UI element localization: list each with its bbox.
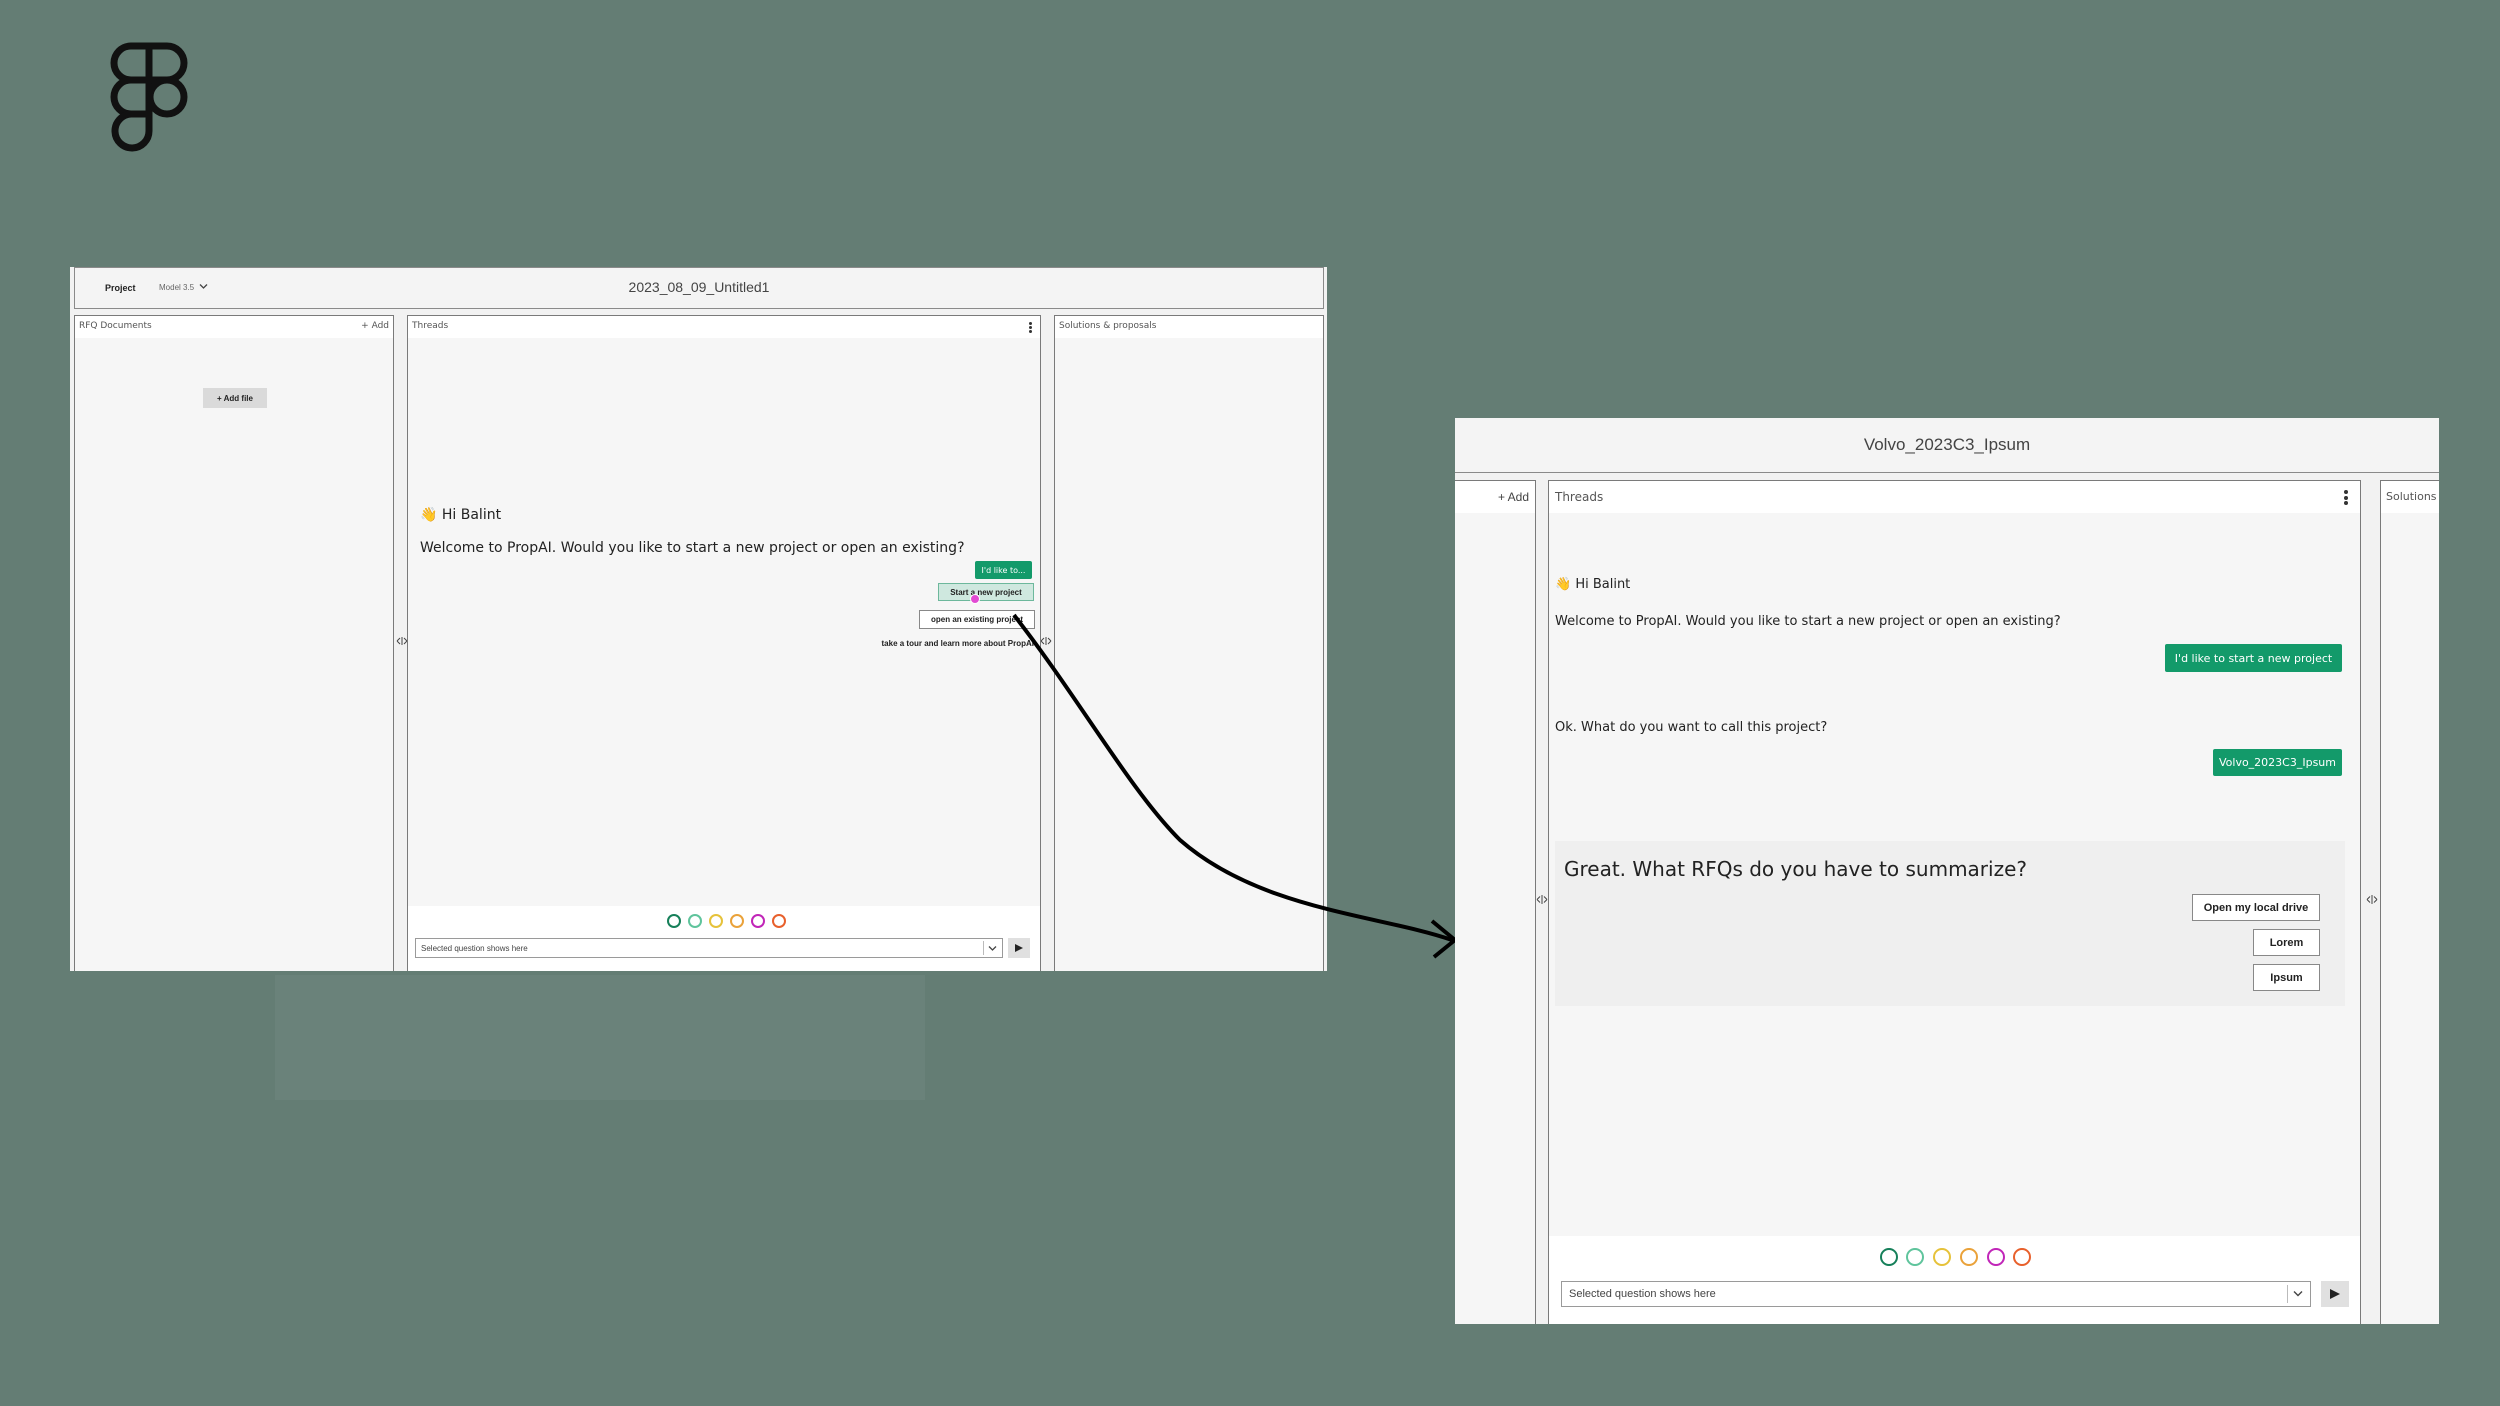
question-select[interactable]: Selected question shows here <box>1561 1281 2311 1307</box>
select-divider <box>2287 1285 2288 1303</box>
resize-handle-icon[interactable] <box>1536 895 1548 904</box>
solutions-panel: Solutions <box>2380 480 2439 1324</box>
greeting-text: 👋 Hi Balint <box>1555 577 1631 592</box>
status-dot-icon[interactable] <box>1960 1248 1978 1266</box>
assistant-question: Ok. What do you want to call this projec… <box>1555 720 1828 735</box>
prompt-text: Great. What RFQs do you have to summariz… <box>1564 857 2027 881</box>
user-reply-bubble: I'd like to start a new project <box>2165 644 2342 672</box>
resize-handle-icon[interactable] <box>2366 895 2378 904</box>
select-placeholder: Selected question shows here <box>1569 1288 1716 1300</box>
threads-panel: Threads 👋 Hi Balint Welcome to PropAI. W… <box>1548 480 2361 1324</box>
lorem-option-button[interactable]: Lorem <box>2253 929 2320 956</box>
rfq-prompt-card: Great. What RFQs do you have to summariz… <box>1555 841 2345 1006</box>
open-local-drive-button[interactable]: Open my local drive <box>2192 894 2320 921</box>
send-button[interactable] <box>2321 1281 2349 1307</box>
status-dot-icon[interactable] <box>2013 1248 2031 1266</box>
status-dot-icon[interactable] <box>1987 1248 2005 1266</box>
status-dot-icon[interactable] <box>1933 1248 1951 1266</box>
status-dot-icon[interactable] <box>1906 1248 1924 1266</box>
ipsum-option-button[interactable]: Ipsum <box>2253 964 2320 991</box>
chevron-down-icon <box>2293 1291 2303 1297</box>
document-title: Volvo_2023C3_Ipsum <box>1863 435 2031 454</box>
frame-volvo-project: Volvo_2023C3_Ipsum + Add Threads 👋 Hi Ba… <box>1455 418 2439 1324</box>
add-document-button[interactable]: + Add <box>1498 490 1529 504</box>
user-reply-bubble: Volvo_2023C3_Ipsum <box>2213 749 2342 776</box>
status-dot-icon[interactable] <box>1880 1248 1898 1266</box>
rfq-documents-panel: + Add <box>1455 480 1536 1324</box>
panel-title: Solutions <box>2386 490 2437 503</box>
welcome-message: Welcome to PropAI. Would you like to sta… <box>1555 614 2061 629</box>
more-options-icon[interactable] <box>2344 490 2348 505</box>
top-bar: Volvo_2023C3_Ipsum <box>1455 418 2439 473</box>
composer-area: Selected question shows here <box>1549 1236 2360 1324</box>
send-arrow-icon <box>2330 1289 2340 1299</box>
panel-title: Threads <box>1555 490 1604 504</box>
